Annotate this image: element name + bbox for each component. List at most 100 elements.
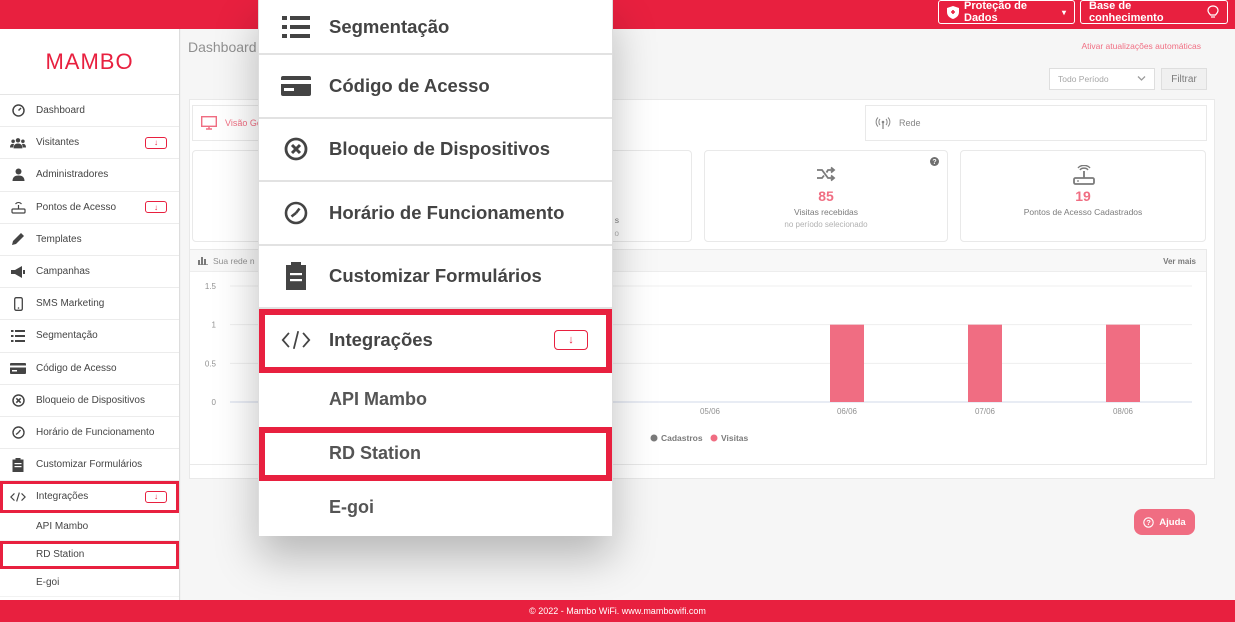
sidebar-subitem-label: RD Station [36,549,85,561]
access-points-count: 19 [1075,188,1091,204]
stat-card-visits: ? 85 Visitas recebidas no período seleci… [704,150,948,242]
sidebar-item-campanhas[interactable]: Campanhas [0,256,179,289]
zoom-item-label: Integrações [329,328,433,350]
monitor-icon [201,116,217,130]
svg-text:?: ? [1147,518,1152,527]
tab-network[interactable]: Rede [865,105,1207,141]
see-more-link[interactable]: Ver mais [1163,257,1196,266]
sidebar-item-administradores[interactable]: Administradores [0,159,179,192]
y-tick-label: 1.5 [205,282,217,291]
zoom-item-label: Bloqueio de Dispositivos [329,138,550,160]
sidebar-item-label: Customizar Formulários [36,459,143,471]
zoom-item-horario[interactable]: Horário de Funcionamento [259,182,612,246]
sidebar-item-visitantes[interactable]: Visitantes ↓ [0,127,179,160]
sidebar-item-codigo-de-acesso[interactable]: Código de Acesso [0,353,179,385]
zoom-item-customizar[interactable]: Customizar Formulários [259,246,612,309]
question-circle-icon: ? [1143,516,1155,528]
shield-icon [947,5,959,19]
list-icon [281,12,311,42]
arrow-down-badge[interactable]: ↓ [145,201,167,214]
sidebar-item-pontos-de-acesso[interactable]: Pontos de Acesso ↓ [0,192,179,224]
zoom-subitem-label: RD Station [329,443,421,463]
zoom-item-bloqueio[interactable]: Bloqueio de Dispositivos [259,119,612,182]
sidebar-item-sms-marketing[interactable]: SMS Marketing [0,288,179,321]
sidebar-subitem-label: API Mambo [36,521,89,533]
zoom-item-label: Horário de Funcionamento [329,201,565,223]
zoom-subitem-rd-station[interactable]: RD Station [259,426,612,481]
dashboard-icon [10,103,26,119]
arrow-down-badge[interactable]: ↓ [145,136,167,149]
sidebar-item-dashboard[interactable]: Dashboard [0,95,179,128]
info-icon[interactable]: ? [930,157,939,166]
zoom-subitem-api-mambo[interactable]: API Mambo [259,373,612,427]
arrow-down-badge[interactable]: ↓ [145,490,167,503]
zoom-item-codigo-de-acesso[interactable]: Código de Acesso [259,55,612,119]
sidebar-item-label: SMS Marketing [36,298,105,310]
chart-title: Sua rede n [213,255,255,266]
sidebar-item-integracoes[interactable]: Integrações ↓ [0,481,179,514]
knowledge-base-button[interactable]: Base de conhecimento [1080,0,1228,24]
zoom-item-integracoes[interactable]: Integrações ↓ [259,309,612,373]
sidebar-item-label: Dashboard [36,105,85,117]
zoom-item-segmentacao[interactable]: Segmentação [259,0,612,55]
chevron-down-icon [1137,75,1146,82]
stat-sub-fragment: o [614,229,619,238]
card-icon [281,71,311,101]
bar-visitas [830,324,864,402]
sidebar-subitem-label: E-goi [36,577,60,589]
data-protection-label: Proteção de Dados [964,0,1027,24]
lightbulb-icon [1207,5,1219,19]
filter-button[interactable]: Filtrar [1161,68,1207,90]
footer: © 2022 - Mambo WiFi. www.mambowifi.com [0,600,1235,622]
sidebar-subitem-e-goi[interactable]: E-goi [0,569,179,598]
sidebar-item-customizar[interactable]: Customizar Formulários [0,449,179,482]
sidebar-subitem-rd-station[interactable]: RD Station [0,541,179,570]
mambo-logo[interactable]: MAMBO [0,29,179,95]
period-select-value: Todo Período [1058,74,1109,84]
x-tick-label: 05/06 [700,407,721,416]
y-tick-label: 0 [212,398,217,407]
stat-card-access-points: 19 Pontos de Acesso Cadastrados [960,150,1206,242]
megaphone-icon [10,264,26,280]
sidebar-item-horario[interactable]: Horário de Funcionamento [0,417,179,450]
legend-label: Visitas [721,433,749,443]
sidebar-item-bloqueio[interactable]: Bloqueio de Dispositivos [0,385,179,417]
access-points-label: Pontos de Acesso Cadastrados [1023,207,1143,217]
x-tick-label: 06/06 [837,407,858,416]
sidebar-subitem-api-mambo[interactable]: API Mambo [0,513,179,542]
router-icon [10,199,26,215]
period-select[interactable]: Todo Período [1049,68,1155,90]
sidebar-item-label: Templates [36,233,82,245]
sidebar-item-segmentacao[interactable]: Segmentação [0,320,179,353]
legend-label: Cadastros [661,433,703,443]
bar-visitas [1106,324,1140,402]
sidebar-item-label: Segmentação [36,330,98,342]
arrow-down-badge[interactable]: ↓ [554,329,588,350]
users-icon [10,135,26,151]
mobile-icon [10,296,26,312]
help-button[interactable]: ? Ajuda [1134,509,1195,535]
sidebar-item-label: Visitantes [36,137,80,149]
router-icon [1073,165,1095,185]
sidebar-item-templates[interactable]: Templates [0,224,179,256]
sidebar-item-label: Código de Acesso [36,362,117,374]
zoom-subitem-e-goi[interactable]: E-goi [259,481,612,535]
x-tick-label: 07/06 [975,407,996,416]
help-label: Ajuda [1159,516,1186,528]
list-icon [10,328,26,344]
code-icon [281,325,311,355]
logo-text: MAMBO [45,48,134,74]
clipboard-icon [281,261,311,291]
knowledge-base-label: Base de conhecimento [1089,0,1164,24]
y-tick-label: 0.5 [205,359,217,368]
sidebar-item-label: Pontos de Acesso [36,201,117,213]
sidebar-item-label: Bloqueio de Dispositivos [36,394,145,406]
auto-update-link[interactable]: Ativar atualizações automáticas [1081,41,1201,51]
sidebar: MAMBO Dashboard Visitantes ↓ Administrad… [0,29,180,600]
stat-label-fragment: s [614,215,619,225]
block-icon [10,392,26,408]
user-icon [10,167,26,183]
block-icon [281,134,311,164]
data-protection-button[interactable]: Proteção de Dados ▾ [938,0,1075,24]
sidebar-item-label: Administradores [36,169,109,181]
